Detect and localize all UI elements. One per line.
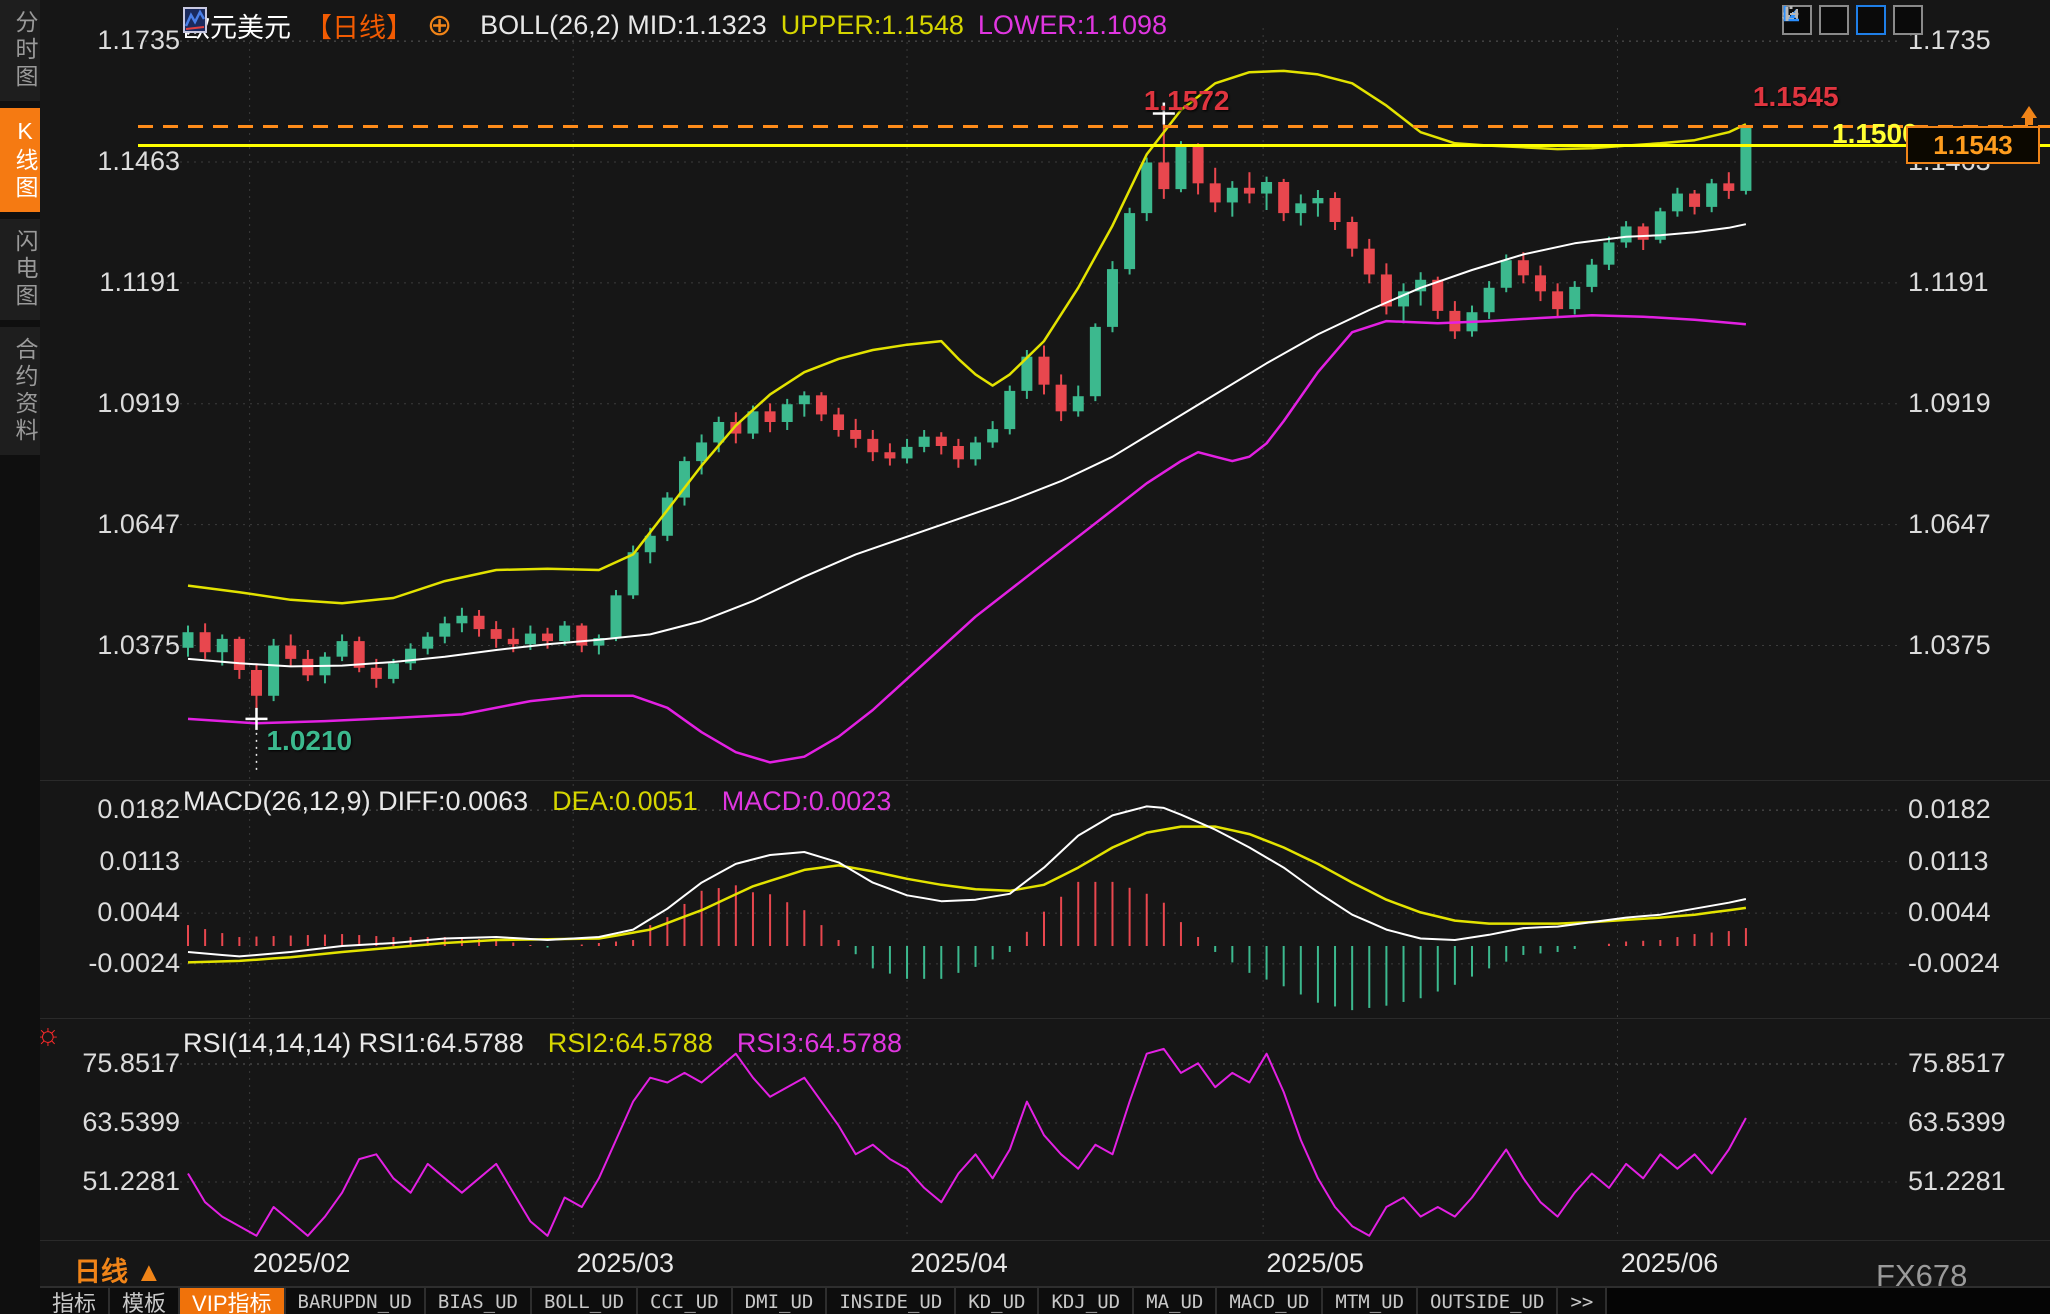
y-axis-label-right: 0.0044 [1908,897,2048,928]
indicator-tab[interactable]: BOLL_UD [532,1288,638,1314]
y-axis-label-right: 51.2281 [1908,1166,2048,1197]
indicator-tab[interactable]: 模板 [110,1288,180,1314]
last-price-box: 1.1543 [1906,126,2040,164]
macd-dea-value: DEA:0.0051 [552,786,698,817]
y-axis-label: 1.1463 [40,146,180,177]
indicator-tab[interactable]: >> [1558,1288,1607,1314]
period-label-text: 日线 [74,1257,128,1287]
y-axis-label: 51.2281 [40,1166,180,1197]
chart-header: 欧元美元 【日线】 ⊕ BOLL(26,2) MID:1.1323 UPPER:… [183,6,1167,45]
rsi3-value: RSI3:64.5788 [737,1028,902,1059]
y-axis-label: 75.8517 [40,1048,180,1079]
period-up-arrow-icon: ▲ [136,1257,163,1287]
y-axis-label: 1.0375 [40,630,180,661]
x-axis-label: 2025/05 [1266,1248,1364,1279]
y-axis-label: 63.5399 [40,1107,180,1138]
indicator-tab[interactable]: MACD_UD [1217,1288,1323,1314]
y-axis-label-right: 1.1191 [1908,267,2048,298]
axis-scale-icon[interactable] [1819,5,1849,35]
indicator-tab[interactable]: DMI_UD [733,1288,828,1314]
chart-canvas[interactable] [0,0,2050,1314]
y-axis-label-right: 1.0647 [1908,509,2048,540]
price-annotation: 1.1572 [1144,85,1230,117]
indicator-tab[interactable]: MTM_UD [1323,1288,1418,1314]
y-axis-label: 1.0647 [40,509,180,540]
y-axis-label-right: 0.0182 [1908,794,2048,825]
boll-upper-value: UPPER:1.1548 [781,10,964,41]
indicator-tab[interactable]: 指标 [40,1288,110,1314]
rsi2-value: RSI2:64.5788 [548,1028,713,1059]
y-axis-label-right: 1.0375 [1908,630,2048,661]
boll-lower-value: LOWER:1.1098 [978,10,1167,41]
sidebar-item-2[interactable]: K线图 [0,108,40,212]
boll-mid-value: BOLL(26,2) MID:1.1323 [480,10,767,41]
y-axis-label: 0.0044 [40,897,180,928]
period-tag: 【日线】 [305,6,413,45]
y-axis-label: 0.0182 [40,794,180,825]
price-marker-icon [2012,104,2046,128]
indicator-tab[interactable]: OUTSIDE_UD [1418,1288,1558,1314]
period-selector[interactable]: 日线 ▲ [74,1250,162,1289]
sidebar: 分时图 K线图闪电图合约资料 [0,0,40,1314]
pane-divider [40,1240,2050,1241]
shift-axis-icon[interactable] [1893,5,1923,35]
indicator-tab[interactable]: BARUPDN_UD [286,1288,426,1314]
y-axis-label: 1.1191 [40,267,180,298]
indicator-tab[interactable]: VIP指标 [180,1288,285,1314]
trading-app-window: 分时图 K线图闪电图合约资料 欧元美元 【日线】 ⊕ BOLL(26,2) MID… [0,0,2050,1314]
macd-header: MACD(26,12,9) DIFF:0.0063 DEA:0.0051 MAC… [183,786,891,817]
price-annotation: 1.1545 [1753,81,1839,113]
indicator-tab[interactable]: CCI_UD [638,1288,733,1314]
price-annotation: 1.0210 [266,725,352,757]
indicator-tab[interactable]: KD_UD [956,1288,1039,1314]
sidebar-item-3[interactable]: 闪电图 [0,219,40,320]
y-axis-label-right: -0.0024 [1908,948,2048,979]
indicator-tab[interactable]: BIAS_UD [426,1288,532,1314]
indicator-tab[interactable]: INSIDE_UD [827,1288,956,1314]
rsi1-value: RSI(14,14,14) RSI1:64.5788 [183,1028,524,1059]
rsi-header: RSI(14,14,14) RSI1:64.5788 RSI2:64.5788 … [183,1028,902,1059]
y-axis-label: -0.0024 [40,948,180,979]
indicator-tab-bar: 指标模板VIP指标BARUPDN_UDBIAS_UDBOLL_UDCCI_UDD… [40,1286,2050,1314]
pane-divider[interactable] [40,1018,2050,1019]
y-axis-label: 1.0919 [40,388,180,419]
y-axis-label-right: 0.0113 [1908,846,2048,877]
alert-line-price-label: 1.1500 [1832,118,1918,150]
y-axis-label: 1.1735 [40,25,180,56]
chart-toolbar [1782,5,1923,35]
y-axis-label-right: 63.5399 [1908,1107,2048,1138]
indicator-tab[interactable]: KDJ_UD [1039,1288,1134,1314]
sidebar-item-1[interactable]: 分时图 [0,0,40,101]
indicator-tab[interactable]: MA_UD [1134,1288,1217,1314]
pane-divider[interactable] [40,780,2050,781]
x-axis-label: 2025/03 [576,1248,674,1279]
x-axis-label: 2025/06 [1621,1248,1719,1279]
y-axis-label-right: 75.8517 [1908,1048,2048,1079]
add-indicator-icon[interactable]: ⊕ [427,8,452,43]
sidebar-item-4[interactable]: 合约资料 [0,327,40,455]
y-axis-label-right: 1.1735 [1908,25,2048,56]
x-axis-label: 2025/02 [253,1248,351,1279]
y-axis-label: 0.0113 [40,846,180,877]
macd-diff-value: MACD(26,12,9) DIFF:0.0063 [183,786,528,817]
macd-value: MACD:0.0023 [722,786,892,817]
y-axis-label-right: 1.0919 [1908,388,2048,419]
auto-scale-icon[interactable] [1856,5,1886,35]
x-axis-label: 2025/04 [910,1248,1008,1279]
